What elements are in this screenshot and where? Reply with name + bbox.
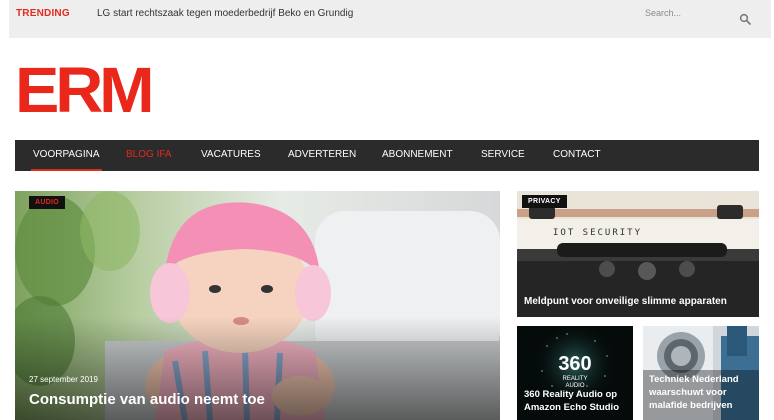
- nav-item-adverteren[interactable]: ADVERTEREN: [288, 140, 356, 171]
- image-caption-text: IOT SECURITY: [553, 228, 642, 238]
- search-input[interactable]: Search...: [645, 8, 681, 18]
- nav-item-blog-ifa[interactable]: BLOG IFA: [126, 140, 172, 171]
- site-logo[interactable]: ERM: [15, 58, 155, 122]
- title-line: Amazon Echo Studio: [524, 401, 619, 413]
- article-card-360-audio[interactable]: 360 REALITY AUDIO 360 Reality Audio op A…: [517, 326, 633, 420]
- logo-number-360: 360: [558, 353, 591, 375]
- nav-item-abonnement[interactable]: ABONNEMENT: [382, 140, 453, 171]
- nav-item-service[interactable]: SERVICE: [481, 140, 525, 171]
- main-navigation: VOORPAGINA BLOG IFA VACATURES ADVERTEREN…: [15, 140, 759, 171]
- featured-article[interactable]: AUDIO 27 september 2019 Consumptie van a…: [15, 191, 500, 420]
- article-card-privacy[interactable]: IOT SECURITY PRIVACY Meldpunt voor onvei…: [517, 191, 759, 317]
- trending-headline-link[interactable]: LG start rechtszaak tegen moederbedrijf …: [97, 8, 353, 19]
- featured-article-image: [15, 191, 500, 420]
- logo-text-reality: REALITY: [562, 376, 587, 382]
- nav-item-contact[interactable]: CONTACT: [553, 140, 601, 171]
- title-line: 360 Reality Audio op: [524, 389, 618, 400]
- trending-label: TRENDING: [16, 8, 70, 19]
- trending-bar: TRENDING LG start rechtszaak tegen moede…: [9, 0, 771, 38]
- article-title-privacy[interactable]: Meldpunt voor onveilige slimme apparaten: [524, 295, 756, 309]
- title-line: waarschuwt voor: [649, 386, 727, 398]
- article-date: 27 september 2019: [29, 375, 98, 384]
- title-line: malafide bedrijven: [649, 399, 733, 411]
- featured-article-title[interactable]: Consumptie van audio neemt toe: [29, 391, 265, 408]
- article-title-360-audio[interactable]: 360 Reality Audio op Amazon Echo Studio: [524, 389, 619, 415]
- article-card-techniek-nederland[interactable]: Techniek Nederland waarschuwt voor malaf…: [643, 326, 759, 420]
- search-icon[interactable]: [739, 13, 751, 25]
- category-badge-audio[interactable]: AUDIO: [29, 196, 66, 209]
- category-badge-privacy[interactable]: PRIVACY: [522, 195, 567, 208]
- article-title-techniek-nederland[interactable]: Techniek Nederland waarschuwt voor malaf…: [649, 374, 739, 412]
- title-line: Techniek Nederland: [649, 374, 739, 385]
- nav-item-voorpagina[interactable]: VOORPAGINA: [31, 140, 102, 171]
- nav-item-vacatures[interactable]: VACATURES: [201, 140, 261, 171]
